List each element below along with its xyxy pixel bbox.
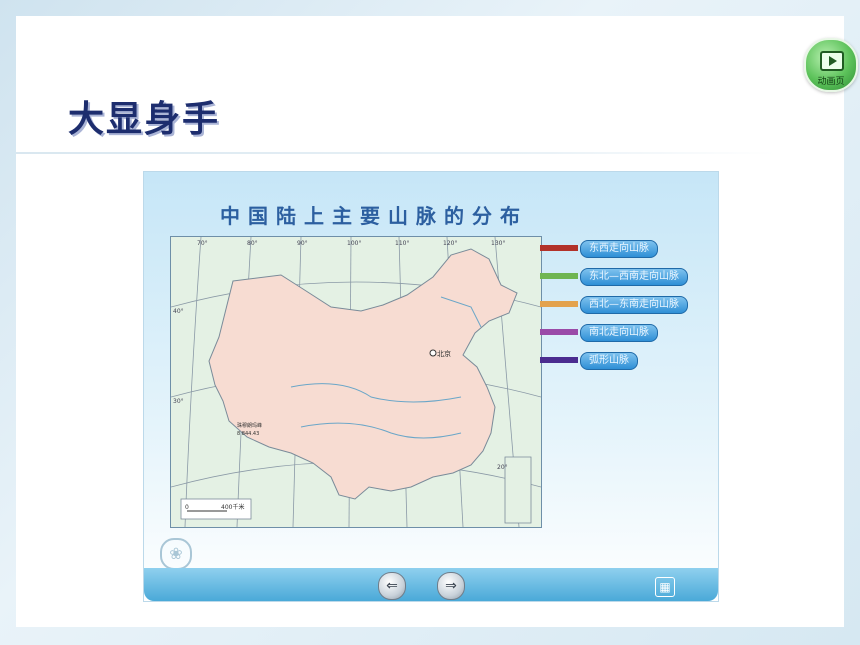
peak-height: 8 844.43	[237, 431, 259, 437]
legend-color-swatch	[540, 301, 578, 307]
scale-distance: 400千米	[221, 503, 244, 511]
title-divider	[16, 152, 776, 154]
legend-label: 东北—西南走向山脉	[580, 268, 688, 286]
svg-text:90°: 90°	[297, 240, 308, 247]
grid-menu-icon[interactable]: ▦	[655, 577, 675, 597]
scale-zero: 0	[185, 504, 189, 511]
legend-color-swatch	[540, 329, 578, 335]
map-title: 中国陆上主要山脉的分布	[220, 204, 528, 228]
legend-color-swatch	[540, 245, 578, 251]
animation-page-label: 动画页	[817, 77, 845, 87]
legend-label: 东西走向山脉	[580, 240, 658, 258]
svg-text:120°: 120°	[443, 240, 457, 247]
legend-color-swatch	[540, 273, 578, 279]
svg-text:130°: 130°	[491, 240, 505, 247]
next-arrow-icon[interactable]: ⇒	[437, 572, 465, 600]
peak-label: 珠穆朗玛峰	[237, 422, 262, 429]
panel-nav-bar	[144, 568, 718, 601]
legend-label: 弧形山脉	[580, 352, 638, 370]
animation-page-button[interactable]: 动画页	[804, 38, 858, 92]
legend-color-swatch	[540, 357, 578, 363]
legend-label: 南北走向山脉	[580, 324, 658, 342]
map-graphic: 北京 70° 80° 90° 100° 110° 120° 130° 40° 3…	[170, 236, 542, 528]
play-screen-icon	[820, 51, 844, 71]
courseware-panel: 中国陆上主要山脉的分布 北京 70° 80° 90° 100° 110° 120…	[143, 171, 719, 602]
svg-text:20°: 20°	[497, 464, 508, 471]
svg-text:110°: 110°	[395, 240, 409, 247]
legend-label: 西北—东南走向山脉	[580, 296, 688, 314]
capital-label: 北京	[437, 349, 451, 358]
prev-arrow-icon[interactable]: ⇐	[378, 572, 406, 600]
publisher-logo-icon: ❀	[160, 538, 192, 570]
svg-text:100°: 100°	[347, 240, 361, 247]
svg-text:70°: 70°	[197, 240, 208, 247]
china-mountain-map: 北京 70° 80° 90° 100° 110° 120° 130° 40° 3…	[170, 236, 542, 528]
svg-text:80°: 80°	[247, 240, 258, 247]
slide-title: 大显身手	[68, 99, 221, 140]
svg-text:40°: 40°	[173, 308, 184, 315]
svg-text:30°: 30°	[173, 398, 184, 405]
